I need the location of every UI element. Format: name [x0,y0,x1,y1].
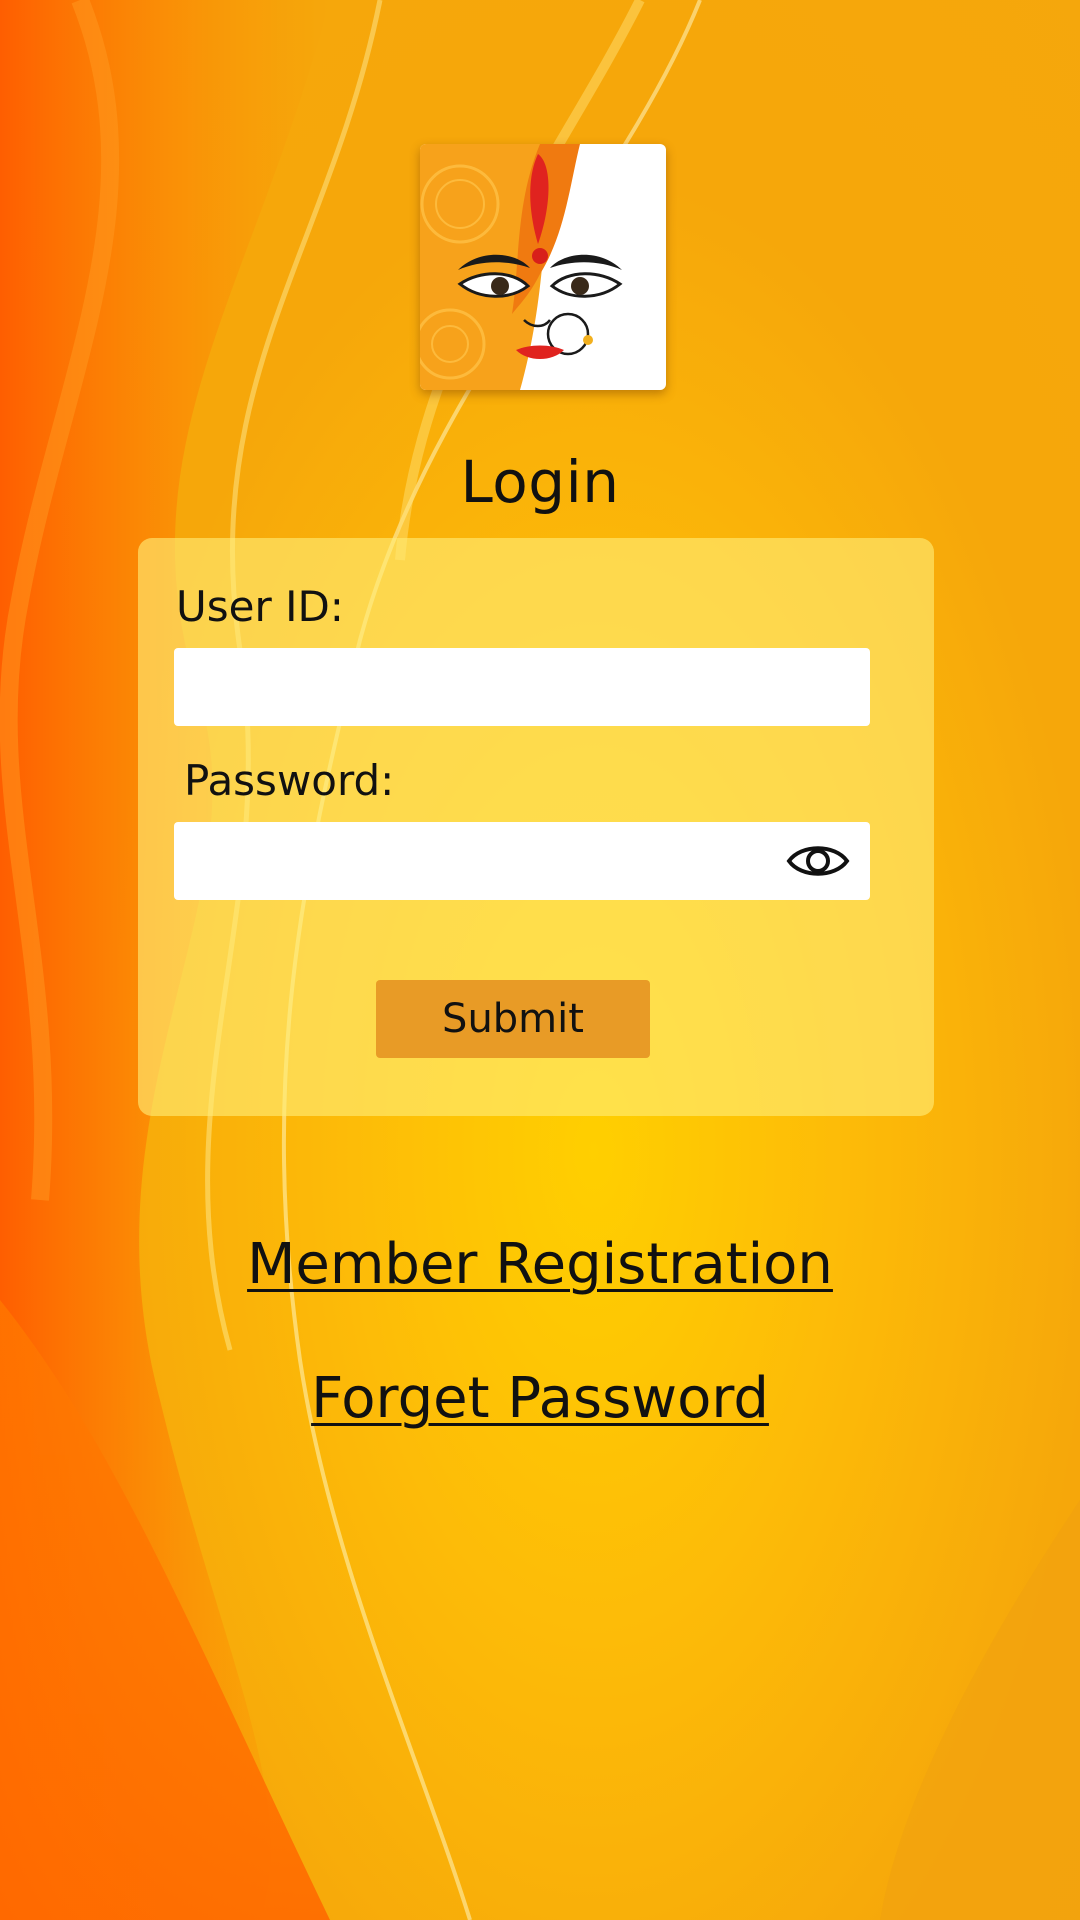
user-id-input[interactable] [174,648,870,726]
submit-button[interactable]: Submit [376,980,650,1058]
login-card: User ID: Password: Submit [138,538,934,1116]
user-id-label: User ID: [176,582,344,631]
page-title: Login [460,448,620,516]
eye-icon[interactable] [786,836,850,886]
password-label: Password: [184,756,395,805]
goddess-face-logo [420,144,666,390]
member-registration-link[interactable]: Member Registration [0,1232,1080,1297]
forget-password-link[interactable]: Forget Password [0,1366,1080,1431]
password-input[interactable] [174,822,870,900]
